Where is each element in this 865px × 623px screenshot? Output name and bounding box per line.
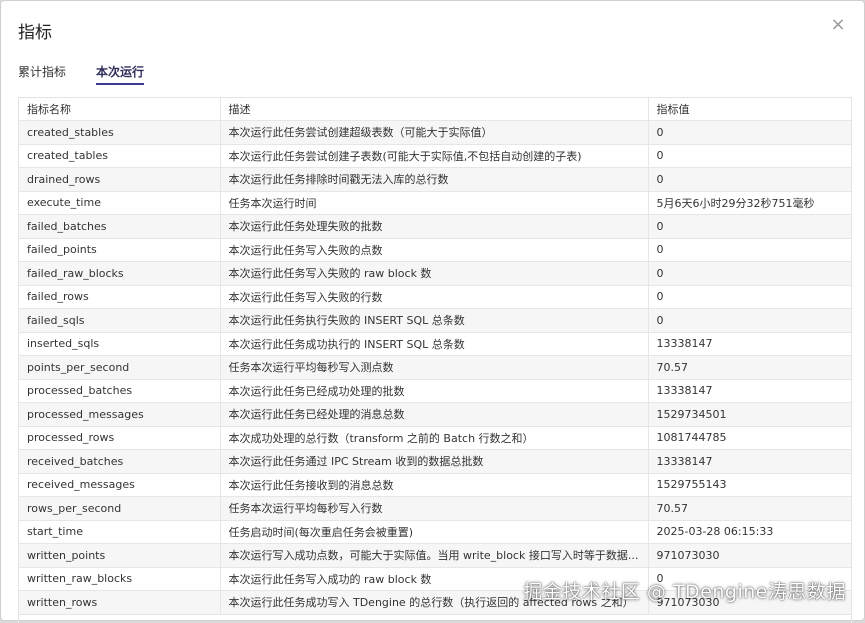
table-row: received_batches 本次运行此任务通过 IPC Stream 收到的… [19,449,851,474]
table-row: processed_messages 本次运行此任务已经处理的消息总数 152973… [19,402,851,427]
cell-description: 本次运行此任务写入失败的 raw block 数 [220,261,649,286]
cell-description: 本次运行此任务尝试创建超级表数（可能大于实际值） [220,120,649,145]
cell-metric-value: 5月6天6小时29分32秒751毫秒 [648,191,851,215]
column-header-metric-name: 指标名称 [19,98,221,121]
cell-description: 本次成功处理的总行数（transform 之前的 Batch 行数之和） [220,426,649,450]
cell-metric-value: 0 [648,144,851,168]
table-row: created_stables 本次运行此任务尝试创建超级表数（可能大于实际值） 0 [19,120,851,145]
cell-metric-name: rows_per_second [19,496,221,521]
cell-description: 本次运行此任务写入失败的行数 [220,285,649,309]
column-header-description: 描述 [220,98,649,121]
cell-metric-value: 1529734501 [648,402,851,427]
cell-metric-value: 1529755143 [648,473,851,497]
cell-metric-value: 70.57 [648,355,851,380]
table-row: processed_batches 本次运行此任务已经成功处理的批数 1333814… [19,379,851,403]
table-header-row: 指标名称 描述 指标值 [19,98,851,121]
cell-metric-value: 1081744785 [648,426,851,450]
cell-metric-value: 0 [648,214,851,239]
cell-metric-value: 70.57 [648,496,851,521]
table-row: inserted_sqls 本次运行此任务成功执行的 INSERT SQL 总条数… [19,332,851,356]
cell-metric-name: received_messages [19,473,221,497]
cell-metric-name: created_stables [19,120,221,145]
cell-metric-name: created_tables [19,144,221,168]
table-row: start_time 任务启动时间(每次重启任务会被重置) 2025-03-28 0… [19,520,851,544]
cell-description: 本次运行此任务已经成功处理的批数 [220,379,649,403]
tab-current-run[interactable]: 本次运行 [96,63,145,85]
metrics-dialog: 指标 × 累计指标 本次运行 指标名称 描述 指标值 created_stabl… [0,0,865,623]
cell-metric-value: 0 [648,167,851,192]
cell-metric-name: execute_time [19,191,221,215]
tab-bar: 累计指标 本次运行 [18,63,174,85]
cell-description: 本次运行此任务成功执行的 INSERT SQL 总条数 [220,332,649,356]
metrics-table-container[interactable]: 指标名称 描述 指标值 created_stables 本次运行此任务尝试创建超级… [18,97,852,623]
cell-description: 本次运行此任务处理失败的批数 [220,214,649,239]
metrics-table: 指标名称 描述 指标值 created_stables 本次运行此任务尝试创建超级… [19,98,851,615]
cell-metric-name: received_batches [19,449,221,474]
cell-metric-value: 0 [648,261,851,286]
cell-description: 本次运行此任务写入失败的点数 [220,238,649,262]
cell-metric-name: failed_points [19,238,221,262]
cell-metric-value: 0 [648,238,851,262]
table-row: written_points 本次运行写入成功点数，可能大于实际值。当用 writ… [19,543,851,568]
cell-description: 本次运行此任务尝试创建子表数(可能大于实际值,不包括自动创建的子表) [220,144,649,168]
table-row: failed_points 本次运行此任务写入失败的点数 0 [19,238,851,262]
cell-metric-value: 2025-03-28 06:15:33 [648,520,851,544]
cell-metric-name: points_per_second [19,355,221,380]
cell-description: 本次运行此任务排除时间戳无法入库的总行数 [220,167,649,192]
cell-metric-name: written_rows [19,590,221,615]
cell-metric-name: written_raw_blocks [19,567,221,591]
table-row: failed_rows 本次运行此任务写入失败的行数 0 [19,285,851,309]
cell-metric-name: drained_rows [19,167,221,192]
cell-metric-name: start_time [19,520,221,544]
watermark: 掘金技术社区 @ TDengine涛思数据 [523,581,846,603]
cell-metric-name: failed_batches [19,214,221,239]
cell-metric-name: processed_batches [19,379,221,403]
cell-description: 本次运行此任务接收到的消息总数 [220,473,649,497]
cell-metric-name: failed_rows [19,285,221,309]
tab-cumulative-metrics[interactable]: 累计指标 [18,63,66,85]
cell-metric-value: 0 [648,308,851,333]
cell-metric-value: 13338147 [648,332,851,356]
cell-description: 本次运行此任务已经处理的消息总数 [220,402,649,427]
cell-description: 本次运行写入成功点数，可能大于实际值。当用 write_block 接口写入时等… [220,543,649,568]
table-row: processed_rows 本次成功处理的总行数（transform 之前的 B… [19,426,851,450]
cell-description: 任务本次运行平均每秒写入测点数 [220,355,649,380]
cell-metric-name: written_points [19,543,221,568]
cell-metric-name: processed_messages [19,402,221,427]
cell-metric-name: inserted_sqls [19,332,221,356]
cell-description: 任务本次运行平均每秒写入行数 [220,496,649,521]
table-row: failed_batches 本次运行此任务处理失败的批数 0 [19,214,851,239]
table-row: created_tables 本次运行此任务尝试创建子表数(可能大于实际值,不包括… [19,144,851,168]
dialog-title: 指标 [18,23,52,43]
cell-description: 任务启动时间(每次重启任务会被重置) [220,520,649,544]
cell-metric-value: 0 [648,120,851,145]
cell-metric-value: 971073030 [648,543,851,568]
table-row: points_per_second 任务本次运行平均每秒写入测点数 70.57 [19,355,851,380]
table-row: received_messages 本次运行此任务接收到的消息总数 15297551… [19,473,851,497]
close-icon[interactable]: × [828,15,848,35]
cell-metric-value: 13338147 [648,449,851,474]
table-row: execute_time 任务本次运行时间 5月6天6小时29分32秒751毫秒 [19,191,851,215]
cell-metric-value: 13338147 [648,379,851,403]
table-row: rows_per_second 任务本次运行平均每秒写入行数 70.57 [19,496,851,521]
cell-metric-name: failed_sqls [19,308,221,333]
cell-description: 本次运行此任务通过 IPC Stream 收到的数据总批数 [220,449,649,474]
cell-description: 任务本次运行时间 [220,191,649,215]
cell-metric-name: processed_rows [19,426,221,450]
table-row: failed_raw_blocks 本次运行此任务写入失败的 raw block … [19,261,851,286]
column-header-metric-value: 指标值 [648,98,851,121]
cell-description: 本次运行此任务执行失败的 INSERT SQL 总条数 [220,308,649,333]
table-row: failed_sqls 本次运行此任务执行失败的 INSERT SQL 总条数 0 [19,308,851,333]
table-row: drained_rows 本次运行此任务排除时间戳无法入库的总行数 0 [19,167,851,192]
cell-metric-name: failed_raw_blocks [19,261,221,286]
cell-metric-value: 0 [648,285,851,309]
